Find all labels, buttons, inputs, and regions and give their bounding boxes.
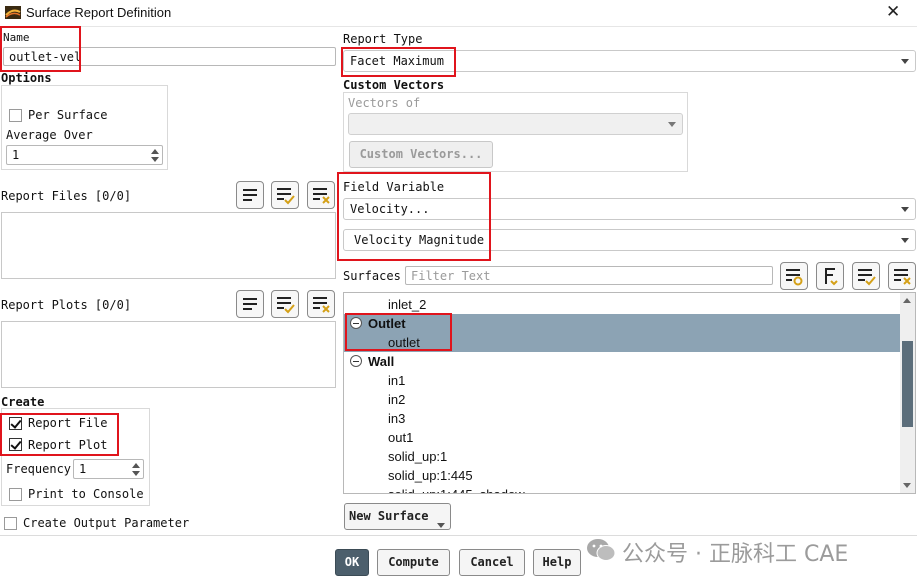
group-by-icon[interactable] bbox=[816, 262, 844, 290]
vectors-of-label: Vectors of bbox=[348, 96, 421, 110]
create-output-parameter-checkbox[interactable] bbox=[4, 517, 17, 530]
create-title: Create bbox=[1, 395, 45, 409]
list-item[interactable]: in3 bbox=[344, 409, 900, 428]
list-item-label: solid_up:1:445_shadow bbox=[388, 485, 525, 493]
list-item[interactable]: in1 bbox=[344, 371, 900, 390]
frequency-value: 1 bbox=[79, 462, 87, 476]
vertical-scrollbar[interactable] bbox=[900, 293, 915, 493]
average-over-input[interactable]: 1 bbox=[6, 145, 163, 165]
chevron-down-icon bbox=[901, 59, 909, 64]
wechat-logo-icon bbox=[587, 539, 616, 561]
create-highlight bbox=[0, 413, 119, 456]
select-all-icon[interactable] bbox=[852, 262, 880, 290]
list-item-label: in1 bbox=[388, 373, 406, 388]
help-button[interactable]: Help bbox=[533, 549, 581, 576]
create-output-parameter-label: Create Output Parameter bbox=[23, 516, 190, 530]
new-surface-label: New Surface bbox=[349, 509, 429, 523]
report-type-label: Report Type bbox=[343, 32, 423, 46]
per-surface-label: Per Surface bbox=[28, 108, 108, 122]
deselect-all-icon[interactable] bbox=[888, 262, 916, 290]
frequency-label: Frequency bbox=[6, 462, 72, 476]
window-title: Surface Report Definition bbox=[26, 5, 172, 20]
report-plots-label: Report Plots [0/0] bbox=[1, 298, 132, 312]
list-item[interactable]: solid_up:1 bbox=[344, 447, 900, 466]
scroll-up-icon[interactable] bbox=[903, 298, 911, 303]
outlet-highlight bbox=[345, 313, 452, 351]
list-item-label: solid_up:1 bbox=[388, 449, 448, 464]
report-plots-list[interactable] bbox=[1, 321, 336, 388]
average-over-label: Average Over bbox=[6, 128, 93, 142]
list-item[interactable]: solid_up:1:445 bbox=[344, 466, 900, 485]
options-title: Options bbox=[1, 71, 52, 85]
decrement-icon[interactable] bbox=[151, 157, 159, 162]
custom-vectors-button[interactable]: Custom Vectors... bbox=[349, 141, 493, 168]
collapse-icon[interactable] bbox=[350, 355, 362, 367]
list-item[interactable]: in2 bbox=[344, 390, 900, 409]
chevron-down-icon bbox=[437, 523, 445, 528]
print-to-console-checkbox[interactable] bbox=[9, 488, 22, 501]
list-icon[interactable] bbox=[236, 181, 264, 209]
custom-vectors-title: Custom Vectors bbox=[343, 78, 445, 92]
chevron-down-icon bbox=[668, 122, 676, 127]
ok-button[interactable]: OK bbox=[335, 549, 369, 576]
surfaces-label: Surfaces bbox=[343, 269, 401, 283]
chevron-down-icon bbox=[901, 238, 909, 243]
vectors-of-dropdown[interactable] bbox=[348, 113, 683, 135]
fluent-app-icon bbox=[5, 6, 21, 19]
report-files-list[interactable] bbox=[1, 212, 336, 279]
name-highlight bbox=[0, 26, 81, 72]
chevron-down-icon bbox=[901, 207, 909, 212]
list-item[interactable]: inlet_2 bbox=[344, 295, 900, 314]
filter-type-icon[interactable] bbox=[780, 262, 808, 290]
deselect-all-icon[interactable] bbox=[307, 181, 335, 209]
list-group[interactable]: Wall bbox=[344, 352, 900, 371]
new-surface-button[interactable]: New Surface bbox=[344, 503, 451, 530]
decrement-icon[interactable] bbox=[132, 471, 140, 476]
field-variable-highlight bbox=[337, 172, 491, 261]
deselect-all-icon[interactable] bbox=[307, 290, 335, 318]
list-item[interactable]: out1 bbox=[344, 428, 900, 447]
list-item-label: out1 bbox=[388, 430, 414, 445]
surfaces-filter-input[interactable]: Filter Text bbox=[405, 266, 773, 285]
select-all-icon[interactable] bbox=[271, 181, 299, 209]
title-bar[interactable]: Surface Report Definition ✕ bbox=[0, 0, 917, 26]
report-files-label: Report Files [0/0] bbox=[1, 189, 132, 203]
compute-button[interactable]: Compute bbox=[377, 549, 450, 576]
report-type-highlight bbox=[341, 47, 456, 77]
watermark-text: 公众号 · 正脉科工 CAE bbox=[622, 542, 849, 567]
average-over-value: 1 bbox=[12, 148, 20, 162]
list-item-label: in2 bbox=[388, 392, 406, 407]
select-all-icon[interactable] bbox=[271, 290, 299, 318]
increment-icon[interactable] bbox=[132, 463, 140, 468]
list-item-label: in3 bbox=[388, 411, 406, 426]
cancel-button[interactable]: Cancel bbox=[459, 549, 525, 576]
list-item-label: inlet_2 bbox=[388, 297, 427, 312]
list-item-label: solid_up:1:445 bbox=[388, 468, 473, 483]
scroll-down-icon[interactable] bbox=[903, 483, 911, 488]
list-group-label: Wall bbox=[368, 354, 395, 369]
list-item[interactable]: solid_up:1:445_shadow bbox=[344, 485, 900, 493]
increment-icon[interactable] bbox=[151, 149, 159, 154]
print-to-console-label: Print to Console bbox=[28, 487, 144, 501]
frequency-input[interactable]: 1 bbox=[73, 459, 144, 479]
per-surface-checkbox[interactable] bbox=[9, 109, 22, 122]
list-icon[interactable] bbox=[236, 290, 264, 318]
scrollbar-thumb[interactable] bbox=[902, 341, 913, 427]
title-divider bbox=[0, 26, 917, 27]
close-icon[interactable]: ✕ bbox=[886, 2, 900, 22]
